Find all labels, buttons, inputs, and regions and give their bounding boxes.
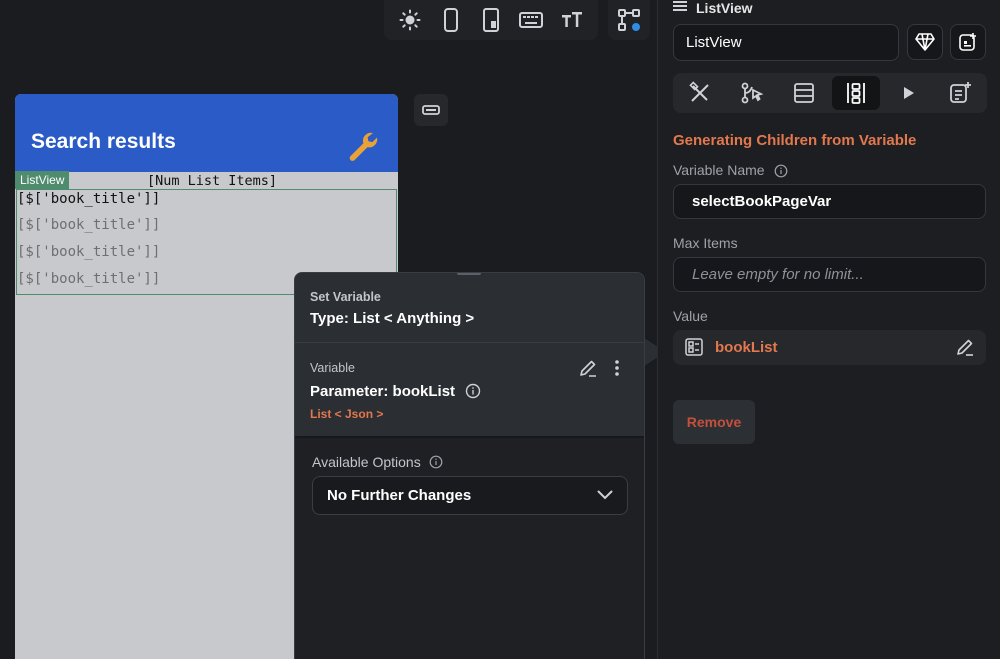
variable-name-label: Variable Name xyxy=(673,162,765,178)
generate-children-icon[interactable] xyxy=(832,76,880,110)
add-widget-icon[interactable] xyxy=(950,24,986,60)
widget-name-input[interactable]: ListView xyxy=(673,24,899,61)
panel-header: ListView xyxy=(673,0,753,17)
panel-header-title: ListView xyxy=(696,0,753,16)
app-bar[interactable]: Search results xyxy=(15,94,398,172)
text-size-icon[interactable] xyxy=(558,6,586,34)
available-options-value: No Further Changes xyxy=(327,487,472,504)
list-item[interactable]: [$['book_title']] xyxy=(17,191,160,207)
canvas-toolbar xyxy=(384,0,598,40)
docs-icon[interactable] xyxy=(936,76,984,110)
listview-tag[interactable]: ListView xyxy=(15,171,70,189)
info-icon[interactable] xyxy=(465,383,481,399)
num-list-items: [Num List Items] xyxy=(147,173,278,189)
variable-name-field[interactable]: selectBookPageVar xyxy=(673,184,986,219)
section-title: Generating Children from Variable xyxy=(673,132,917,149)
list-item[interactable]: [$['book_title']] xyxy=(17,217,160,233)
wrench-icon[interactable] xyxy=(346,130,380,164)
phone-portrait-icon[interactable] xyxy=(437,6,465,34)
value-field[interactable]: bookList xyxy=(673,330,986,365)
popup-header-type: Type: List < Anything > xyxy=(310,310,475,327)
menu-icon[interactable] xyxy=(673,0,687,17)
list-icon xyxy=(685,338,703,361)
max-items-field[interactable]: Leave empty for no limit... xyxy=(673,257,986,292)
available-options-select[interactable]: No Further Changes xyxy=(312,476,628,515)
play-icon[interactable] xyxy=(884,76,932,110)
actions-icon[interactable] xyxy=(728,76,776,110)
more-vert-icon[interactable] xyxy=(609,358,625,378)
diamond-icon[interactable] xyxy=(907,24,943,60)
backend-query-icon[interactable] xyxy=(780,76,828,110)
set-variable-popup: Set Variable Type: List < Anything > Var… xyxy=(294,272,645,659)
info-icon[interactable] xyxy=(774,164,788,178)
tablet-icon[interactable] xyxy=(477,6,505,34)
properties-icon[interactable] xyxy=(676,76,724,110)
keyboard-icon[interactable] xyxy=(517,6,545,34)
drag-handle[interactable] xyxy=(457,273,481,275)
sun-icon[interactable] xyxy=(396,6,424,34)
popup-header-label: Set Variable xyxy=(310,290,381,304)
value-label: Value xyxy=(673,308,708,324)
remove-button[interactable]: Remove xyxy=(673,400,755,444)
variable-label: Variable xyxy=(310,361,355,375)
available-options-label: Available Options xyxy=(312,454,421,470)
popup-header: Set Variable Type: List < Anything > xyxy=(295,273,644,343)
edit-icon[interactable] xyxy=(578,358,598,378)
edit-icon[interactable] xyxy=(955,337,975,362)
panel-tabs xyxy=(673,73,987,113)
list-item[interactable]: [$['book_title']] xyxy=(17,271,160,287)
value-text: bookList xyxy=(715,339,778,356)
variable-name-value: selectBookPageVar xyxy=(692,193,832,210)
max-items-placeholder: Leave empty for no limit... xyxy=(692,266,864,283)
list-item[interactable]: [$['book_title']] xyxy=(17,244,160,260)
flow-nodes-icon[interactable] xyxy=(608,0,650,40)
widget-name-value: ListView xyxy=(686,34,742,51)
max-items-label: Max Items xyxy=(673,235,738,251)
widget-tree-icon[interactable] xyxy=(414,94,448,126)
info-icon[interactable] xyxy=(429,455,443,469)
chevron-down-icon xyxy=(597,487,613,505)
variable-name: Parameter: bookList xyxy=(310,383,456,400)
variable-type: List < Json > xyxy=(310,407,384,421)
properties-panel: ListView ListView Generating Children fr… xyxy=(657,0,1000,659)
variable-section: Variable Parameter: bookList List < Json… xyxy=(295,343,644,438)
app-bar-title: Search results xyxy=(31,130,176,153)
